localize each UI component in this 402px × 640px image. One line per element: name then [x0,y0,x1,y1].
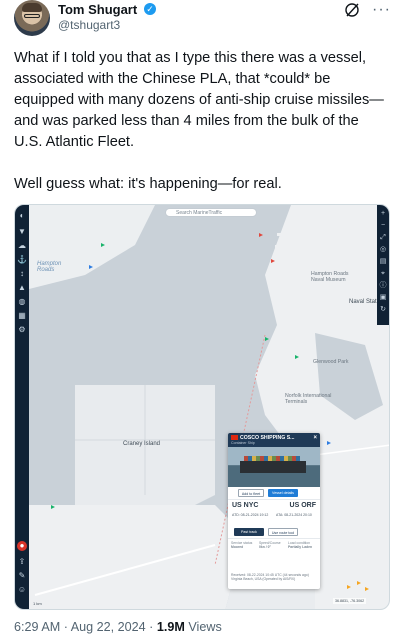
vessel-type: Container Ship [231,441,255,445]
vessel-route: US NYC US ORF ATD: 08-21-2024 19:12 ATA:… [228,499,320,527]
zoom-in-icon[interactable]: + [378,209,388,219]
zoom-out-icon[interactable]: − [378,221,388,231]
settings-icon[interactable]: ⚙ [17,325,27,335]
separator: · [149,620,154,634]
tweet-body: What if I told you that as I type this t… [14,48,390,216]
close-icon[interactable]: × [313,435,317,441]
separator: · [63,620,68,634]
route-tool-button[interactable]: Use route tool [268,528,298,536]
layers-icon[interactable]: ◐ [17,211,27,221]
verified-badge-icon: ✓ [144,3,156,15]
vessel-card-header: COSCO SHIPPING S... Container Ship × [228,433,320,447]
add-to-fleet-button[interactable]: Add to fleet [238,489,264,497]
china-flag-icon [231,435,238,441]
departure-port[interactable]: US NYC [232,502,258,509]
weather-icon[interactable]: ☁ [17,241,27,251]
record-icon[interactable]: ● [17,541,27,551]
map-scale: 1 km [33,601,42,606]
history-icon[interactable]: ↻ [378,305,388,315]
views-count: 1.9M [156,620,185,634]
tweet-time[interactable]: 6:29 AM [14,620,60,634]
map-right-toolbar: + − ⤢ ◎ ▤ ⌖ ⓘ ▣ ↻ [377,205,389,325]
speed-block: Speed/Course 0kn / 0° [259,541,287,549]
info-icon[interactable]: ⓘ [378,281,388,291]
map-coordinates: 36.8831, -76.3062 [333,598,367,604]
vessel-track-actions: Past track Use route tool [228,527,320,538]
map-search-input[interactable]: Search MarineTraffic [165,208,257,217]
tweet-paragraph: Well guess what: it's happening—for real… [14,176,282,192]
tools-icon[interactable]: ✎ [17,571,27,581]
map-label-terminals: Norfolk International Terminals [285,393,332,405]
grok-icon[interactable] [344,2,360,18]
locate-icon[interactable]: ◎ [378,245,388,255]
map-label-naval-station: Naval Stat [349,299,377,305]
map-canvas [15,205,389,609]
arrival-time: ATA: 08-21-2024 20:10 [276,513,312,517]
filter-icon[interactable]: ▼ [17,227,27,237]
tweet-paragraph: What if I told you that as I type this t… [14,50,384,150]
avatar[interactable] [14,0,50,36]
globe-icon[interactable]: ◍ [17,297,27,307]
past-track-button[interactable]: Past track [234,528,264,536]
status-value: Moored [231,545,244,550]
status-block: Service status Moored [231,541,259,549]
tweet-header: Tom Shugart ✓ @tshugart3 ··· [14,0,390,36]
user-icon[interactable]: ☺ [17,585,27,595]
ruler-icon[interactable]: ↕ [17,269,27,279]
tweet-date[interactable]: Aug 22, 2024 [71,620,146,634]
load-value: Partially Laden [288,545,313,550]
views-label: Views [188,620,222,634]
vessel-details-button[interactable]: Vessel details [268,489,298,497]
map-label-park: Glenwood Park [313,359,349,365]
map-label-naval-museum: Hampton Roads Naval Museum [311,271,349,283]
map-type-icon[interactable]: ▤ [378,257,388,267]
vessel-status: Service status Moored Speed/Course 0kn /… [228,538,320,556]
speed-value: 0kn / 0° [259,545,271,550]
tweet-image-map[interactable]: Search MarineTraffic Hampton Roads Crane… [14,204,390,610]
author-handle[interactable]: @tshugart3 [58,18,120,32]
share-icon[interactable]: ⇪ [17,557,27,567]
ship-icon[interactable]: ▲ [17,283,27,293]
grid-icon[interactable]: ▦ [17,311,27,321]
vessel-info-card: COSCO SHIPPING S... Container Ship × Add… [228,433,320,589]
more-options-icon[interactable]: ··· [372,1,391,19]
tweet-meta: 6:29 AM · Aug 22, 2024 · 1.9M Views [14,620,222,634]
fullscreen-icon[interactable]: ⤢ [378,233,388,243]
received-info: Received: 08-22-2024 10:45 UTC (44 secon… [231,573,309,582]
departure-time: ATD: 08-21-2024 19:12 [232,513,269,517]
map-left-toolbar: ◐ ▼ ☁ ⚓ ↕ ▲ ◍ ▦ ⚙ ● ⇪ ✎ ☺ [15,205,29,609]
load-block: Load condition Partially Laden [288,541,316,549]
arrival-port[interactable]: US ORF [290,502,316,509]
author-name[interactable]: Tom Shugart [58,2,137,17]
vessel-photo[interactable] [228,447,320,487]
vessel-card-actions: Add to fleet Vessel details [228,487,320,499]
map-label-hampton-roads: Hampton Roads [37,261,62,273]
map-label-craney-island: Craney Island [123,441,161,447]
density-icon[interactable]: ▣ [378,293,388,303]
anchor-icon[interactable]: ⚓ [17,255,27,265]
measure-icon[interactable]: ⌖ [378,269,388,279]
